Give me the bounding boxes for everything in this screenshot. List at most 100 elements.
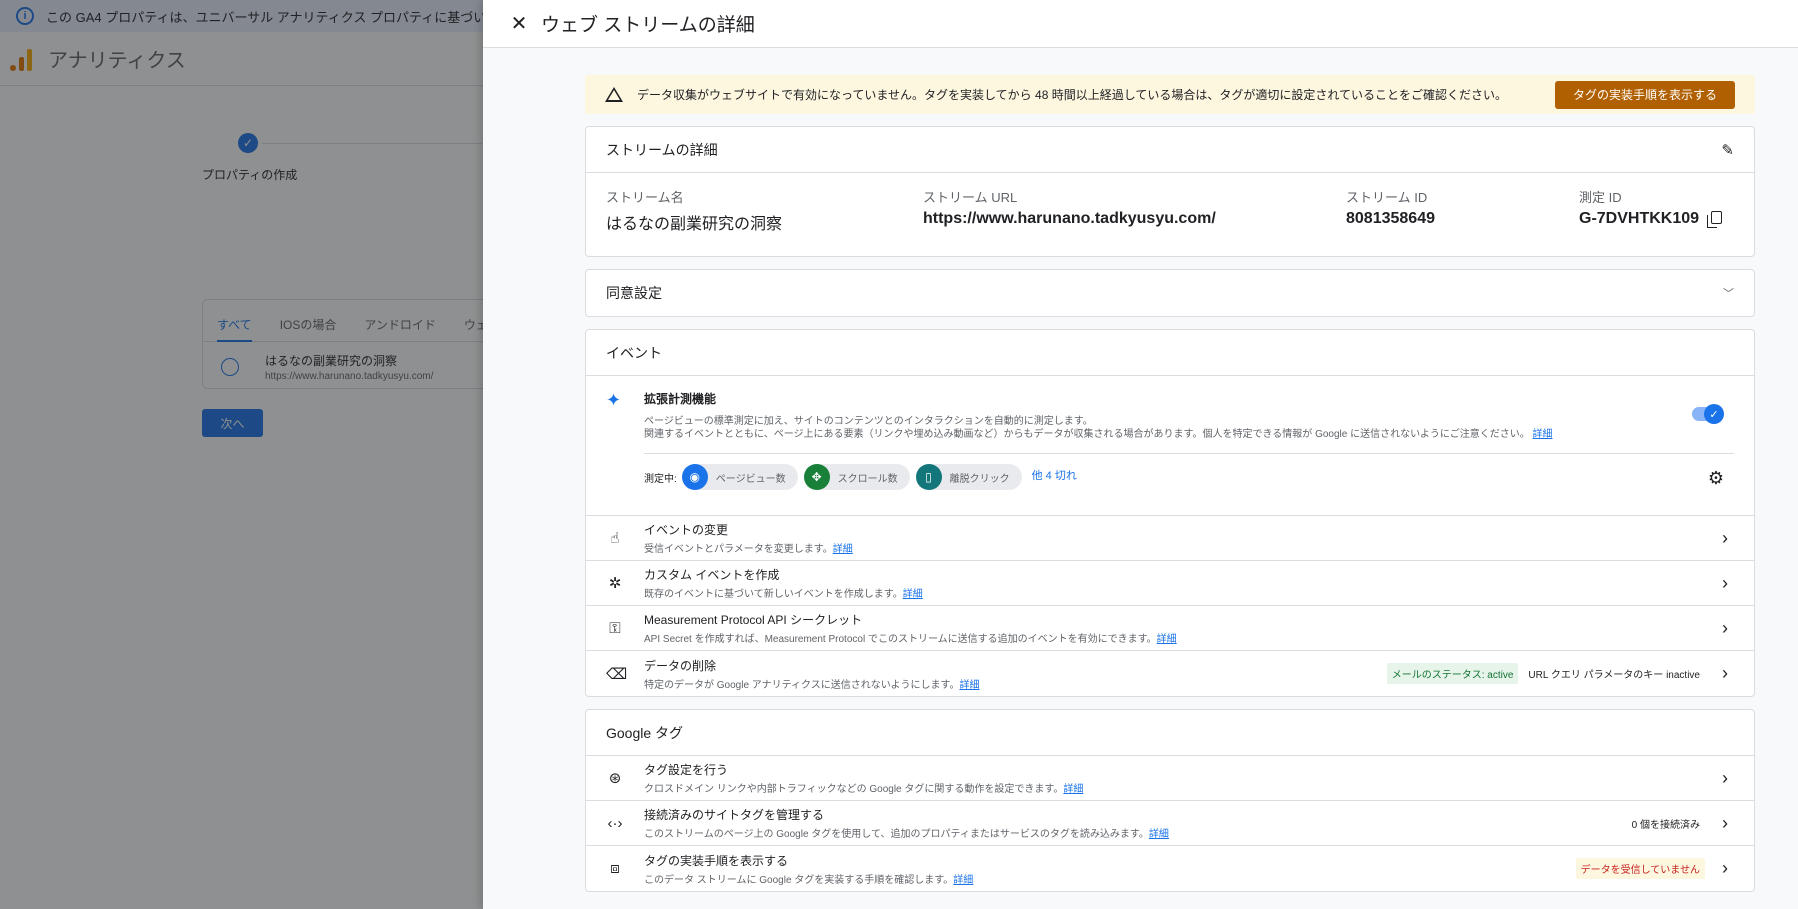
create-custom-event-row[interactable]: ✲ カスタム イベントを作成 既存のイベントに基づいて新しいイベントを作成します… <box>586 561 1754 606</box>
create-custom-event-title: カスタム イベントを作成 <box>644 568 780 582</box>
stream-id-label: ストリーム ID <box>1346 190 1428 205</box>
url-query-status-badge: URL クエリ パラメータのキー inactive <box>1528 670 1700 681</box>
modify-events-row[interactable]: ☝ イベントの変更 受信イベントとパラメータを変更します。詳細 › <box>586 516 1754 561</box>
tag-settings-icon: ⊛ <box>608 770 622 787</box>
connected-site-tags-title: 接続済みのサイトタグを管理する <box>644 808 825 822</box>
configure-tag-row[interactable]: ⊛ タグ設定を行う クロスドメイン リンクや内部トラフィックなどの Google… <box>586 756 1754 801</box>
view-tag-instructions-desc: このデータ ストリームに Google タグを実装する手順を確認します。 <box>644 874 954 886</box>
eye-icon: ◉ <box>681 464 708 490</box>
view-tag-instructions-title: タグの実装手順を表示する <box>644 853 789 868</box>
connected-site-tags-row[interactable]: ‹·› 接続済みのサイトタグを管理する このストリームのページ上の Google… <box>586 801 1754 846</box>
consent-settings-header[interactable]: 同意設定 ﹀ <box>586 270 1754 316</box>
stream-name-label: ストリーム名 <box>606 190 684 205</box>
stream-url-field: ストリーム URL https://www.harunano.tadkyusyu… <box>923 187 1346 256</box>
measurement-protocol-title: Measurement Protocol API シークレット <box>644 613 863 627</box>
chevron-right-icon[interactable]: › <box>1722 618 1734 639</box>
configure-tag-title: タグ設定を行う <box>644 763 729 777</box>
copy-icon[interactable] <box>1707 211 1723 228</box>
consent-settings-card[interactable]: 同意設定 ﹀ <box>585 269 1755 317</box>
chip-scrolls: ✥ スクロール数 <box>803 464 910 490</box>
chevron-right-icon[interactable]: › <box>1722 573 1734 594</box>
google-tag-card: Google タグ ⊛ タグ設定を行う クロスドメイン リンクや内部トラフィック… <box>585 709 1755 892</box>
stream-details-fields: ストリーム名 はるなの副業研究の洞察 ストリーム URL https://www… <box>586 173 1754 256</box>
data-redaction-title: データの削除 <box>644 658 717 673</box>
measurement-id-label: 測定 ID <box>1579 190 1622 205</box>
google-tag-heading: Google タグ <box>606 724 684 741</box>
modify-events-desc: 受信イベントとパラメータを変更します。 <box>644 544 833 555</box>
mouse-icon: ▯ <box>915 464 942 490</box>
enhanced-measurement-section: ✦ 拡張計測機能 ページビューの標準測定に加え、サイトのコンテンツとのインタラク… <box>586 376 1754 516</box>
modify-events-title: イベントの変更 <box>644 523 729 537</box>
create-custom-event-desc: 既存のイベントに基づいて新しいイベントを作成します。 <box>644 589 903 600</box>
chevron-right-icon[interactable]: › <box>1722 528 1734 549</box>
measurement-protocol-row[interactable]: ⚿ Measurement Protocol API シークレット API Se… <box>586 606 1754 651</box>
view-tag-instructions-row[interactable]: ⧈ タグの実装手順を表示する このデータ ストリームに Google タグを実装… <box>586 846 1754 891</box>
connected-site-tags-desc: このストリームのページ上の Google タグを使用して、追加のプロパティまたは… <box>644 829 1149 840</box>
panel-title: ウェブ ストリームの詳細 <box>541 15 755 36</box>
panel-header: ✕ ウェブ ストリームの詳細 <box>483 0 1798 48</box>
create-custom-event-link[interactable]: 詳細 <box>903 589 923 600</box>
chip-scrolls-label: スクロール数 <box>837 473 898 485</box>
eraser-icon: ⌫ <box>606 665 628 683</box>
click-sparkle-icon: ✲ <box>608 575 622 592</box>
connected-site-tags-link[interactable]: 詳細 <box>1149 829 1169 840</box>
stream-url-label: ストリーム URL <box>923 190 1018 205</box>
measurement-id-field: 測定 ID G-7DVHTKK109 <box>1579 187 1723 256</box>
sparkle-icon: ✦ <box>606 390 622 410</box>
enhanced-desc-line2: 関連するイベントとともに、ページ上にある要素（リンクや埋め込み動画など）からもデ… <box>644 429 1530 440</box>
measurement-protocol-link[interactable]: 詳細 <box>1157 634 1177 645</box>
stream-details-card: ストリームの詳細 ✎ ストリーム名 はるなの副業研究の洞察 ストリーム URL … <box>585 126 1755 257</box>
panel-body: データ収集がウェブサイトで有効になっていません。タグを実装してから 48 時間以… <box>585 48 1755 892</box>
gear-icon[interactable]: ⚙ <box>1708 468 1724 489</box>
warning-text: データ収集がウェブサイトで有効になっていません。タグを実装してから 48 時間以… <box>637 88 1507 102</box>
touch-icon: ☝ <box>610 530 620 547</box>
enhanced-detail-link[interactable]: 詳細 <box>1532 429 1552 440</box>
stream-name-value: はるなの副業研究の洞察 <box>606 216 783 233</box>
configure-tag-link[interactable]: 詳細 <box>1063 784 1083 795</box>
warning-icon <box>605 87 623 102</box>
stream-id-field: ストリーム ID 8081358649 <box>1346 187 1579 256</box>
events-card: イベント ✦ 拡張計測機能 ページビューの標準測定に加え、サイトのコンテンツとの… <box>585 329 1755 697</box>
events-header: イベント <box>586 330 1754 376</box>
close-icon[interactable]: ✕ <box>507 12 531 36</box>
chip-page-views-label: ページビュー数 <box>715 473 786 485</box>
data-redaction-desc: 特定のデータが Google アナリティクスに送信されないようにします。 <box>644 679 960 691</box>
chip-page-views: ◉ ページビュー数 <box>681 464 798 490</box>
measurement-id-value: G-7DVHTKK109 <box>1579 210 1700 227</box>
stream-details-header: ストリームの詳細 ✎ <box>586 127 1754 173</box>
key-icon: ⚿ <box>609 619 621 637</box>
divider <box>644 453 1734 454</box>
chevron-right-icon[interactable]: › <box>1722 858 1734 879</box>
enhanced-measurement-title: 拡張計測機能 <box>644 392 717 406</box>
data-redaction-link[interactable]: 詳細 <box>960 680 980 691</box>
measuring-label: 測定中: <box>644 473 677 485</box>
code-box-icon: ⧈ <box>610 860 620 877</box>
data-redaction-row[interactable]: ⌫ データの削除 特定のデータが Google アナリティクスに送信されないよう… <box>586 651 1754 696</box>
measuring-chips: 測定中: ◉ ページビュー数 ✥ スクロール数 ▯ 離脱クリック 他 4 切れ <box>644 464 1077 490</box>
configure-tag-desc: クロスドメイン リンクや内部トラフィックなどの Google タグに関する動作を… <box>644 784 1064 795</box>
check-icon: ✓ <box>1704 404 1724 424</box>
stream-url-value: https://www.harunano.tadkyusyu.com/ <box>923 210 1216 227</box>
consent-settings-heading: 同意設定 <box>606 285 662 301</box>
stream-name-field: ストリーム名 はるなの副業研究の洞察 <box>606 187 923 256</box>
code-arrows-icon: ‹·› <box>607 814 623 832</box>
stream-details-heading: ストリームの詳細 <box>606 141 718 158</box>
view-tag-instructions-button[interactable]: タグの実装手順を表示する <box>1554 80 1735 109</box>
connected-count-badge: 0 個を接続済み <box>1631 819 1700 831</box>
enhanced-measurement-toggle[interactable]: ✓ <box>1692 404 1724 424</box>
edit-pencil-icon[interactable]: ✎ <box>1721 141 1734 159</box>
more-events-link[interactable]: 他 4 切れ <box>1032 467 1077 483</box>
chevron-down-icon[interactable]: ﹀ <box>1723 285 1734 301</box>
google-tag-header: Google タグ <box>586 710 1754 756</box>
enhanced-measurement-description: ページビューの標準測定に加え、サイトのコンテンツとのインタラクションを自動的に測… <box>644 415 1644 441</box>
measurement-protocol-desc: API Secret を作成すれば、Measurement Protocol で… <box>644 634 1157 645</box>
no-data-badge: データを受信していません <box>1575 858 1705 879</box>
view-tag-instructions-link[interactable]: 詳細 <box>953 875 973 886</box>
chevron-right-icon[interactable]: › <box>1722 813 1734 834</box>
events-heading: イベント <box>606 344 662 361</box>
chip-outbound-clicks-label: 離脱クリック <box>949 473 1010 485</box>
enhanced-desc-line1: ページビューの標準測定に加え、サイトのコンテンツとのインタラクションを自動的に測… <box>644 416 1093 427</box>
chevron-right-icon[interactable]: › <box>1722 663 1734 684</box>
chevron-right-icon[interactable]: › <box>1722 768 1734 789</box>
modify-events-link[interactable]: 詳細 <box>833 544 853 555</box>
